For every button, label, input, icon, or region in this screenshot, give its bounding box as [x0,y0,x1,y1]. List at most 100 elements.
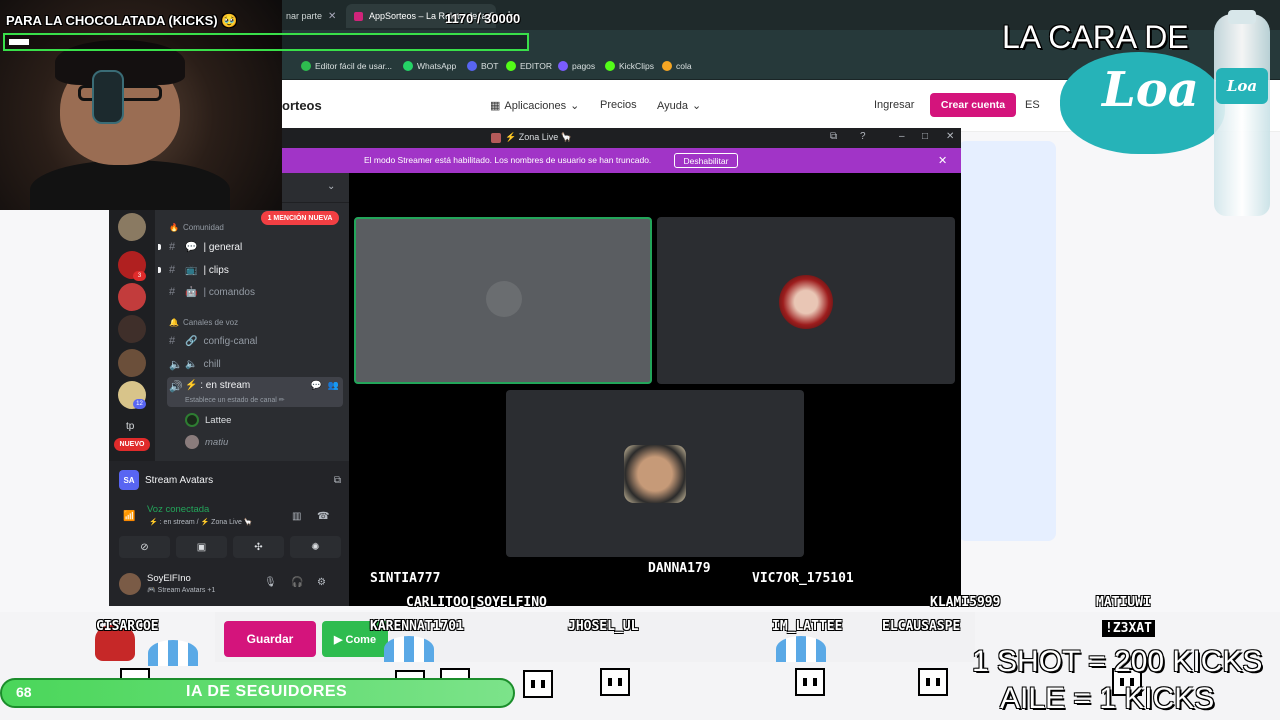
save-button[interactable]: Guardar [224,621,316,657]
share-screen-button[interactable]: ▣ [176,536,227,558]
bell-icon: 🔔 [169,318,179,327]
participant-tile[interactable] [657,217,955,384]
channel-emoji: 🔗 [185,335,198,347]
bookmark-item[interactable]: EDITOR [506,61,552,71]
headset-icon [92,70,124,124]
whatsapp-icon [403,61,413,71]
participant-tile[interactable] [354,217,652,384]
webcam-feed [0,0,282,210]
channel-emoji: 💬 [185,241,198,253]
channel-name: | comandos [203,286,255,298]
channel-emoji: 🤖 [185,286,198,298]
window-title-text: ⚡ Zona Live 🦙 [505,132,572,142]
activity-app[interactable]: SA Stream Avatars ⧉ [119,469,341,491]
bookmark-label: WhatsApp [417,61,457,71]
follower-goal-text: IA DE SEGUIDORES [186,683,348,700]
chat-icon[interactable]: 💬 [311,380,322,391]
server-icon[interactable] [118,315,146,343]
channel-name: | general [203,241,243,253]
maximize-icon[interactable]: □ [922,131,928,142]
microphone-icon[interactable]: 🎙 [264,577,277,588]
new-mention-pill[interactable]: 1 MENCIÓN NUEVA [261,211,339,225]
category-voz[interactable]: 🔔 Canales de voz [169,318,238,327]
voice-member[interactable]: matiu [185,435,228,449]
voice-status: Voz conectada [147,504,210,515]
current-user[interactable]: SoyElFIno 🎮 Stream Avatars +1 🎙 🎧 ⚙ [119,571,341,597]
chevron-down-icon[interactable]: ⌄ [327,181,335,192]
app-name: Stream Avatars [145,474,214,486]
close-icon[interactable]: ✕ [328,11,336,22]
stream-avatars-icon: SA [119,470,139,490]
channel-config-canal[interactable]: # 🔗 config-canal [167,331,343,351]
disconnect-icon[interactable]: ☎ [317,511,329,522]
site-side-panel [958,141,1056,541]
server-icon[interactable] [118,283,146,311]
channel-chill[interactable]: 🔈 🔈 chill [167,354,343,374]
nav-label: Aplicaciones [504,99,567,112]
help-icon[interactable]: ? [860,131,866,142]
add-user-icon[interactable]: 👥 [328,380,339,391]
server-icon[interactable] [118,349,146,377]
bookmark-item[interactable]: WhatsApp [403,61,456,71]
gear-icon[interactable]: ⚙ [317,577,326,588]
activities-button[interactable]: ✣ [233,536,284,558]
channel-general[interactable]: # 💬 | general [167,237,343,257]
hash-icon: # [169,264,176,276]
appsorteos-favicon-icon [354,11,363,21]
channel-clips[interactable]: # 📺 | clips [167,260,343,280]
site-logo[interactable]: orteos [282,98,322,113]
streamer-mode-banner: El modo Streamer está habilitado. Los no… [282,148,961,173]
avatar-sprite [600,668,630,696]
viewer-nick: CARLITOO[SOYELFINO [406,595,547,610]
server-icon[interactable] [118,213,146,241]
grid-icon: ▦ [490,100,501,112]
camera-off-button[interactable]: ⊘ [119,536,170,558]
kick-icon [605,61,615,71]
server-icon [491,132,501,143]
viewer-nick: DANNA179 [648,561,711,576]
participant-tile[interactable] [506,390,804,557]
hash-icon: # [169,286,176,298]
disable-streamer-mode-button[interactable]: Deshabilitar [674,153,738,168]
category-comunidad[interactable]: 🔥 Comunidad [169,223,224,232]
screen-share-icon[interactable]: ⧉ [334,475,341,486]
voice-actions: ⊘ ▣ ✣ ✺ [119,536,341,558]
language-select[interactable]: ES [1025,99,1040,111]
minimize-icon[interactable]: – [899,131,905,142]
bookmark-item[interactable]: cola [662,61,692,71]
nav-precios[interactable]: Precios [600,99,637,111]
chevron-down-icon: ⌄ [570,100,580,112]
bookmark-label: BOT [481,61,499,71]
noise-suppression-icon[interactable]: ▥ [292,511,301,522]
nav-label: Precios [600,99,637,111]
avatar [624,445,686,503]
nav-aplicaciones[interactable]: ▦ Aplicaciones ⌄ [490,99,580,113]
avatar-sprite [384,636,434,662]
close-icon[interactable]: ✕ [946,131,954,142]
bookmark-item[interactable]: KickClips [605,61,654,71]
bookmark-item[interactable]: pagos [558,61,595,71]
close-icon[interactable]: ✕ [938,154,947,167]
headphones-icon[interactable]: 🎧 [291,577,303,588]
server-label[interactable]: tp [126,421,134,432]
browser-tab[interactable]: nar parte ✕ [278,4,346,28]
new-badge: NUEVO [114,438,150,451]
channel-status-hint[interactable]: Establece un estado de canal ✏ [185,396,285,404]
create-account-button[interactable]: Crear cuenta [930,93,1016,117]
nav-ayuda[interactable]: Ayuda ⌄ [657,99,701,113]
viewer-nick: CISARCOE [96,619,159,634]
login-link[interactable]: Ingresar [874,99,914,111]
server-badge: 3 [133,271,146,281]
bookmark-item[interactable]: BOT [467,61,498,71]
inbox-icon[interactable]: ⧉ [830,131,837,142]
voice-member[interactable]: Lattee [185,413,231,427]
signal-icon[interactable]: 📶 [123,511,135,522]
bookmark-item[interactable]: Editor fácil de usar... [301,61,392,71]
soundboard-button[interactable]: ✺ [290,536,341,558]
water-bottle [1214,14,1270,216]
pagos-icon [558,61,568,71]
promo-line: AILE = 1 KICKS [1000,682,1215,715]
channel-name: | clips [203,264,229,276]
channel-comandos[interactable]: # 🤖 | comandos [167,282,343,302]
discord-window-title: ⚡ Zona Live 🦙 [491,132,572,143]
